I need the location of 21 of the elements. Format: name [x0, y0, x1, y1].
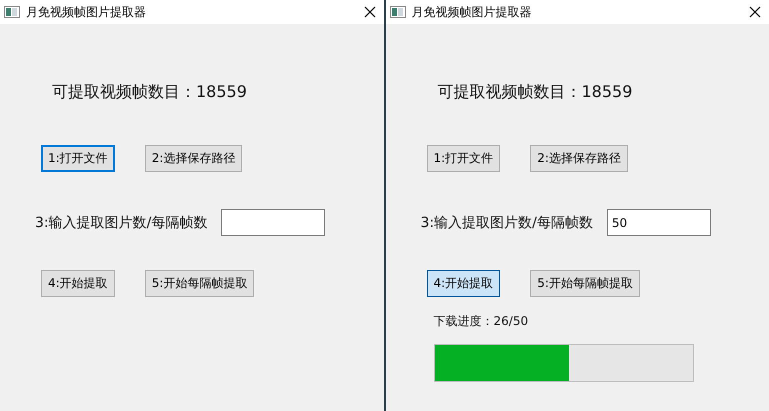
app-icon — [390, 6, 406, 18]
action-button[interactable]: 1:打开文件 — [41, 145, 115, 172]
input-label: 3:输入提取图片数/每隔帧数 — [35, 214, 208, 232]
action-button[interactable]: 5:开始每隔帧提取 — [144, 270, 254, 297]
progress-label: 下载进度：26/50 — [434, 313, 528, 330]
action-button[interactable]: 2:选择保存路径 — [144, 145, 242, 172]
input-label: 3:输入提取图片数/每隔帧数 — [420, 214, 593, 232]
app-icon — [4, 6, 20, 18]
frame-count-label: 可提取视频帧数目：18559 — [52, 81, 247, 102]
frame-count-label: 可提取视频帧数目：18559 — [438, 81, 632, 102]
action-button[interactable]: 4:开始提取 — [426, 270, 500, 297]
close-icon[interactable] — [364, 6, 376, 18]
action-button[interactable]: 2:选择保存路径 — [530, 145, 628, 172]
window-title: 月免视频帧图片提取器 — [26, 4, 147, 20]
action-button[interactable]: 1:打开文件 — [426, 145, 500, 172]
window-title: 月免视频帧图片提取器 — [412, 4, 532, 20]
action-button[interactable]: 4:开始提取 — [41, 270, 115, 297]
input-field[interactable]: 50 — [606, 209, 711, 236]
input-field[interactable] — [221, 209, 326, 236]
action-button[interactable]: 5:开始每隔帧提取 — [530, 270, 640, 297]
close-icon[interactable] — [749, 6, 761, 18]
